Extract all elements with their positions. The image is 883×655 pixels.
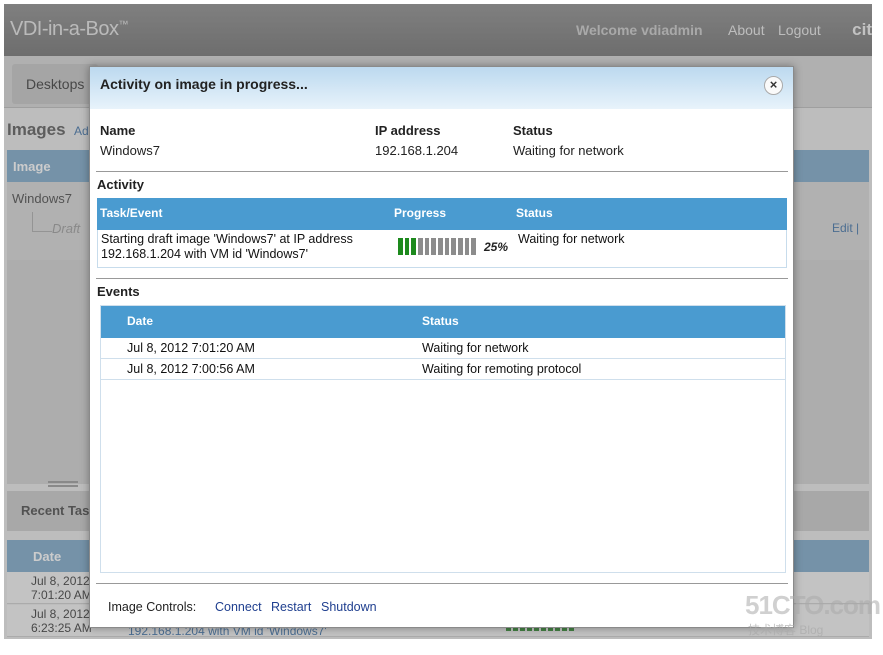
ip-value: 192.168.1.204 [375, 143, 459, 158]
events-table[interactable]: Date Status Jul 8, 2012 7:01:20 AM Waiti… [100, 305, 786, 573]
progress-segment [444, 238, 450, 255]
event-status: Waiting for remoting protocol [422, 362, 582, 376]
progress-segment [438, 238, 443, 255]
activity-status: Waiting for network [518, 232, 625, 246]
event-date: Jul 8, 2012 7:00:56 AM [127, 362, 255, 376]
status-label: Status [513, 123, 553, 138]
watermark-subtext: 技术博客 Blog [748, 623, 824, 637]
status-value: Waiting for network [513, 143, 624, 158]
progress-segment [418, 238, 423, 255]
progress-segment [431, 238, 437, 255]
close-icon[interactable]: × [764, 76, 783, 95]
activity-section-title: Activity [97, 177, 144, 192]
events-section-title: Events [97, 284, 140, 299]
activity-dialog: Activity on image in progress... × Name … [89, 66, 794, 628]
event-date: Jul 8, 2012 7:01:20 AM [127, 341, 255, 355]
table-row: Jul 8, 2012 7:01:20 AM Waiting for netwo… [101, 338, 785, 359]
progress-segment [464, 238, 470, 255]
events-table-header: Date Status [101, 306, 785, 338]
connect-button[interactable]: Connect [215, 600, 262, 614]
progress-segment [424, 238, 430, 255]
progress-segment [411, 238, 417, 255]
restart-button[interactable]: Restart [271, 600, 311, 614]
progress-segment [458, 238, 463, 255]
app-window: VDI-in-a-Box™ Welcome vdiadmin About Log… [4, 4, 872, 639]
progress-segment [451, 238, 457, 255]
progress-segment [398, 238, 403, 255]
name-value: Windows7 [100, 143, 160, 158]
column-status: Status [422, 314, 459, 328]
table-row: Jul 8, 2012 7:00:56 AM Waiting for remot… [101, 359, 785, 380]
divider [96, 278, 788, 279]
column-date: Date [127, 314, 154, 328]
divider [96, 583, 788, 584]
image-controls-label: Image Controls: [108, 600, 197, 614]
progress-bar [398, 238, 477, 255]
column-progress: Progress [394, 206, 447, 220]
activity-row: Starting draft image 'Windows7' at IP ad… [97, 230, 787, 268]
activity-table-header: Task/Event Progress Status [97, 198, 787, 230]
progress-segment [471, 238, 477, 255]
task-description: Starting draft image 'Windows7' at IP ad… [101, 232, 353, 261]
name-label: Name [100, 123, 136, 138]
progress-percent: 25% [484, 240, 509, 254]
divider [96, 171, 788, 172]
event-status: Waiting for network [422, 341, 529, 355]
watermark-logo: 51CTO.com [745, 590, 881, 620]
column-task-event: Task/Event [100, 206, 163, 220]
dialog-titlebar: Activity on image in progress... × [90, 67, 793, 109]
ip-label: IP address [375, 123, 441, 138]
dialog-title: Activity on image in progress... [100, 76, 308, 92]
shutdown-button[interactable]: Shutdown [321, 600, 377, 614]
column-status: Status [516, 206, 553, 220]
progress-segment [404, 238, 410, 255]
